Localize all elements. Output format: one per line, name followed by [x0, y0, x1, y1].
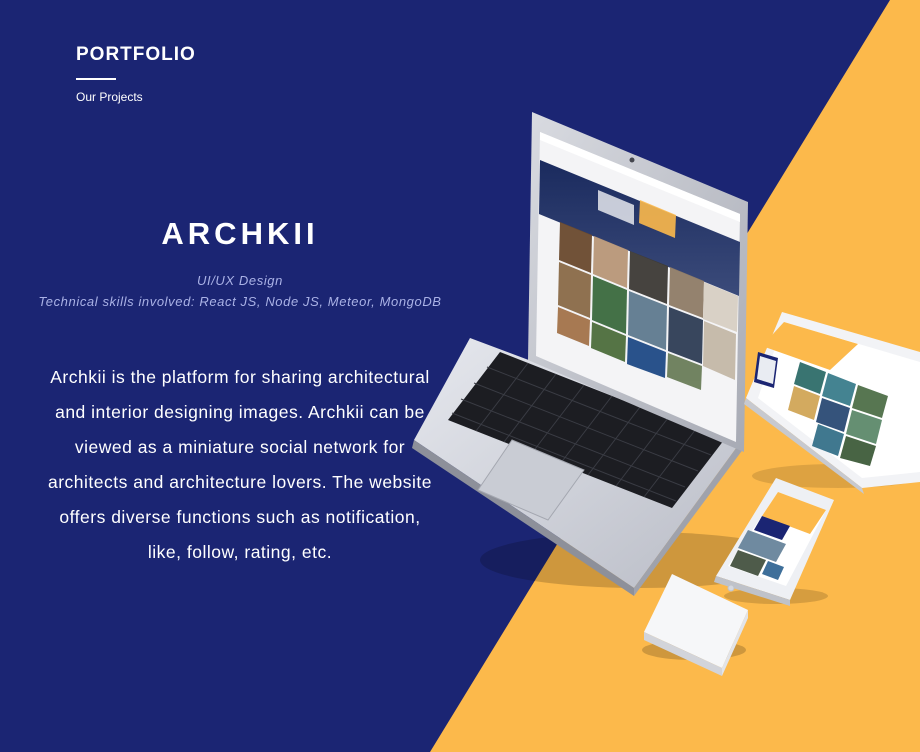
laptop-camera: [629, 157, 635, 163]
tablet-mockup: [744, 312, 920, 494]
portfolio-slide: PORTFOLIO Our Projects ARCHKII UI/UX Des…: [0, 0, 920, 752]
laptop-mockup: [412, 112, 748, 596]
device-mockups: [412, 112, 920, 676]
